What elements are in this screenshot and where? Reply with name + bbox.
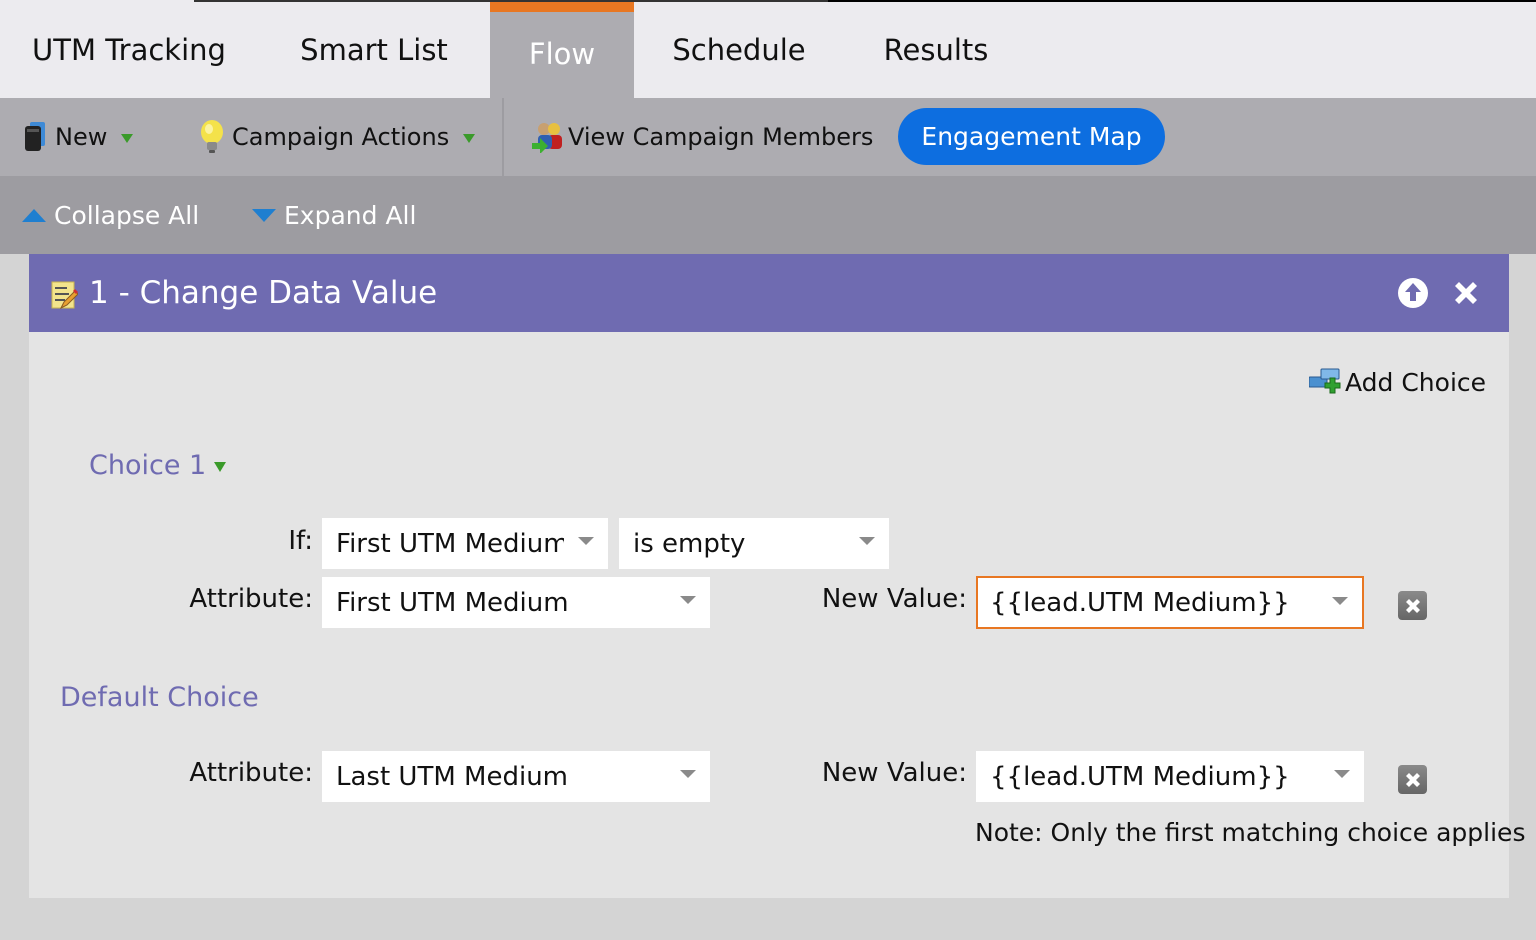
new-value-label: New Value: — [821, 584, 967, 614]
attribute-label: Attribute: — [189, 584, 313, 614]
default-attribute-value: Last UTM Medium — [336, 761, 568, 792]
delete-default-choice-button[interactable] — [1398, 765, 1427, 794]
default-choice-label: Default Choice — [60, 682, 259, 713]
members-icon — [532, 123, 562, 153]
delete-icon — [1405, 772, 1420, 787]
dropdown-arrow-icon — [859, 537, 875, 545]
choice-1-label: Choice 1 — [89, 450, 207, 481]
expand-triangle-icon — [252, 208, 276, 222]
move-up-icon[interactable] — [1396, 276, 1430, 310]
campaign-actions-label: Campaign Actions — [232, 123, 450, 151]
dropdown-arrow-icon — [578, 537, 594, 545]
tab-bar: UTM Tracking Smart List Flow Schedule Re… — [0, 2, 1536, 98]
toolbar-divider — [502, 98, 504, 176]
collapse-triangle-icon — [22, 208, 46, 222]
tab-results[interactable]: Results — [844, 2, 1028, 98]
choice-1-attribute-value: First UTM Medium — [336, 587, 569, 618]
flow-step-title: 1 - Change Data Value — [89, 275, 438, 311]
collapse-all-label: Collapse All — [54, 200, 200, 230]
if-field-value: First UTM Medium — [336, 528, 564, 559]
chevron-down-icon — [463, 133, 476, 143]
default-new-value-select[interactable]: {{lead.UTM Medium}} — [976, 751, 1364, 802]
tab-schedule[interactable]: Schedule — [634, 2, 844, 98]
flow-step-body: Add Choice Choice 1 If: First UTM Medium… — [29, 332, 1525, 898]
if-operator-value: is empty — [633, 528, 746, 559]
if-field-select[interactable]: First UTM Medium — [322, 518, 608, 569]
add-choice-label: Add Choice — [1345, 367, 1487, 397]
flow-step-header[interactable]: 1 - Change Data Value — [29, 254, 1509, 332]
if-label: If: — [288, 526, 313, 556]
add-choice-button[interactable]: Add Choice — [1309, 362, 1486, 402]
expand-all-label: Expand All — [284, 200, 417, 230]
new-menu-button[interactable]: New — [24, 98, 134, 176]
chevron-down-icon — [121, 133, 134, 143]
choice-1-toggle[interactable]: Choice 1 — [89, 450, 227, 481]
tab-smart-list[interactable]: Smart List — [258, 2, 490, 98]
toolbar: New Campaign Actions View Campaign Membe… — [0, 98, 1536, 176]
collapse-expand-bar: Collapse All Expand All — [0, 176, 1536, 254]
choice-1-attribute-select[interactable]: First UTM Medium — [322, 577, 710, 628]
new-value-label: New Value: — [821, 758, 967, 788]
view-campaign-members-label: View Campaign Members — [568, 123, 874, 151]
tab-utm-tracking[interactable]: UTM Tracking — [0, 2, 258, 98]
if-operator-select[interactable]: is empty — [619, 518, 889, 569]
edit-document-icon — [51, 281, 78, 310]
choice-note: Note: Only the first matching choice app… — [975, 818, 1526, 847]
delete-choice-1-button[interactable] — [1398, 591, 1427, 620]
choice-1-new-value: {{lead.UTM Medium}} — [990, 587, 1290, 618]
new-label: New — [55, 123, 108, 151]
expand-all-button[interactable]: Expand All — [252, 176, 416, 254]
collapse-all-button[interactable]: Collapse All — [22, 176, 199, 254]
choice-1-new-value-select[interactable]: {{lead.UTM Medium}} — [976, 576, 1364, 629]
chevron-down-icon — [214, 461, 227, 472]
engagement-map-button[interactable]: Engagement Map — [898, 108, 1165, 165]
dropdown-arrow-icon — [680, 596, 696, 604]
add-choice-icon — [1309, 368, 1341, 394]
tab-flow[interactable]: Flow — [490, 2, 634, 98]
lightbulb-icon — [201, 120, 223, 153]
attribute-label: Attribute: — [189, 758, 313, 788]
dropdown-arrow-icon — [1332, 597, 1348, 605]
dropdown-arrow-icon — [1334, 770, 1350, 778]
dropdown-arrow-icon — [680, 770, 696, 778]
delete-icon — [1405, 598, 1420, 613]
campaign-actions-menu-button[interactable]: Campaign Actions — [200, 98, 476, 176]
default-attribute-select[interactable]: Last UTM Medium — [322, 751, 710, 802]
close-icon[interactable] — [1449, 276, 1483, 310]
default-new-value: {{lead.UTM Medium}} — [990, 761, 1290, 792]
new-document-icon — [25, 122, 45, 151]
view-campaign-members-button[interactable]: View Campaign Members — [530, 98, 873, 176]
